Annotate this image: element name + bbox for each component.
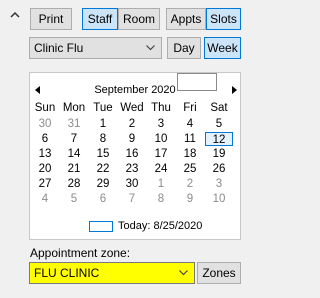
weekday-label: Sat bbox=[210, 102, 228, 114]
next-month-icon[interactable] bbox=[231, 86, 237, 94]
clinic-select-value: Clinic Flu bbox=[34, 41, 84, 55]
slots-button[interactable]: Slots bbox=[206, 8, 241, 30]
weekday-label: Wed bbox=[120, 102, 144, 114]
calendar-day[interactable]: 5 bbox=[60, 192, 88, 206]
appts-button[interactable]: Appts bbox=[166, 8, 206, 30]
calendar-day[interactable]: 27 bbox=[31, 177, 59, 191]
calendar-day[interactable]: 19 bbox=[205, 147, 233, 161]
chevron-down-icon bbox=[179, 270, 188, 276]
calendar-day[interactable]: 31 bbox=[60, 117, 88, 131]
weekday-label: Tue bbox=[93, 102, 113, 114]
print-button[interactable]: Print bbox=[30, 8, 72, 30]
month-picker-box[interactable] bbox=[177, 73, 217, 91]
calendar-day[interactable]: 22 bbox=[89, 162, 117, 176]
calendar-day[interactable]: 30 bbox=[118, 177, 146, 191]
calendar-day[interactable]: 24 bbox=[147, 162, 175, 176]
calendar-day[interactable]: 30 bbox=[31, 117, 59, 131]
calendar-day[interactable]: 14 bbox=[60, 147, 88, 161]
today-marker bbox=[89, 221, 113, 232]
calendar-day[interactable]: 20 bbox=[31, 162, 59, 176]
clinic-select[interactable]: Clinic Flu bbox=[29, 37, 162, 59]
calendar-day[interactable]: 3 bbox=[205, 177, 233, 191]
calendar-day[interactable]: 2 bbox=[176, 177, 204, 191]
calendar-day[interactable]: 5 bbox=[205, 117, 233, 131]
calendar-day[interactable]: 4 bbox=[31, 192, 59, 206]
appointment-zone-select[interactable]: FLU CLINIC bbox=[29, 262, 195, 284]
staff-button[interactable]: Staff bbox=[82, 8, 118, 30]
appointment-zone-value: FLU CLINIC bbox=[34, 266, 100, 280]
weekday-label: Sun bbox=[34, 102, 56, 114]
collapse-up-icon[interactable] bbox=[9, 9, 21, 21]
calendar-day[interactable]: 17 bbox=[147, 147, 175, 161]
calendar-day[interactable]: 8 bbox=[147, 192, 175, 206]
week-button[interactable]: Week bbox=[204, 37, 241, 59]
calendar-day[interactable]: 3 bbox=[147, 117, 175, 131]
calendar-day[interactable]: 29 bbox=[89, 177, 117, 191]
calendar-day[interactable]: 28 bbox=[60, 177, 88, 191]
appointment-zone-label: Appointment zone: bbox=[30, 246, 131, 260]
calendar-day[interactable]: 15 bbox=[89, 147, 117, 161]
weekday-label: Thu bbox=[151, 102, 171, 114]
weekday-label: Mon bbox=[62, 102, 86, 114]
calendar-day[interactable]: 1 bbox=[89, 117, 117, 131]
calendar-day[interactable]: 2 bbox=[118, 117, 146, 131]
calendar-day[interactable]: 7 bbox=[118, 192, 146, 206]
calendar-day[interactable]: 12 bbox=[205, 132, 233, 146]
calendar-day[interactable]: 9 bbox=[118, 132, 146, 146]
calendar-day[interactable]: 8 bbox=[89, 132, 117, 146]
day-button[interactable]: Day bbox=[167, 37, 201, 59]
calendar-day[interactable]: 10 bbox=[205, 192, 233, 206]
calendar-day[interactable]: 4 bbox=[176, 117, 204, 131]
calendar-day[interactable]: 10 bbox=[147, 132, 175, 146]
calendar-day[interactable]: 7 bbox=[60, 132, 88, 146]
calendar-day[interactable]: 21 bbox=[60, 162, 88, 176]
room-button[interactable]: Room bbox=[118, 8, 160, 30]
zones-button[interactable]: Zones bbox=[197, 262, 241, 284]
calendar-day[interactable]: 25 bbox=[176, 162, 204, 176]
calendar-day[interactable]: 16 bbox=[118, 147, 146, 161]
weekday-label: Fri bbox=[183, 102, 197, 114]
month-calendar[interactable]: September 2020 Sun Mon Tue Wed Thu Fri Sat 30 3… bbox=[29, 72, 241, 240]
calendar-day[interactable]: 23 bbox=[118, 162, 146, 176]
calendar-day[interactable]: 11 bbox=[176, 132, 204, 146]
calendar-day[interactable]: 6 bbox=[89, 192, 117, 206]
calendar-day[interactable]: 18 bbox=[176, 147, 204, 161]
calendar-day[interactable]: 1 bbox=[147, 177, 175, 191]
today-label[interactable]: Today: 8/25/2020 bbox=[118, 220, 202, 232]
calendar-day[interactable]: 26 bbox=[205, 162, 233, 176]
calendar-day[interactable]: 13 bbox=[31, 147, 59, 161]
calendar-day[interactable]: 6 bbox=[31, 132, 59, 146]
calendar-day[interactable]: 9 bbox=[176, 192, 204, 206]
chevron-down-icon bbox=[146, 45, 155, 51]
